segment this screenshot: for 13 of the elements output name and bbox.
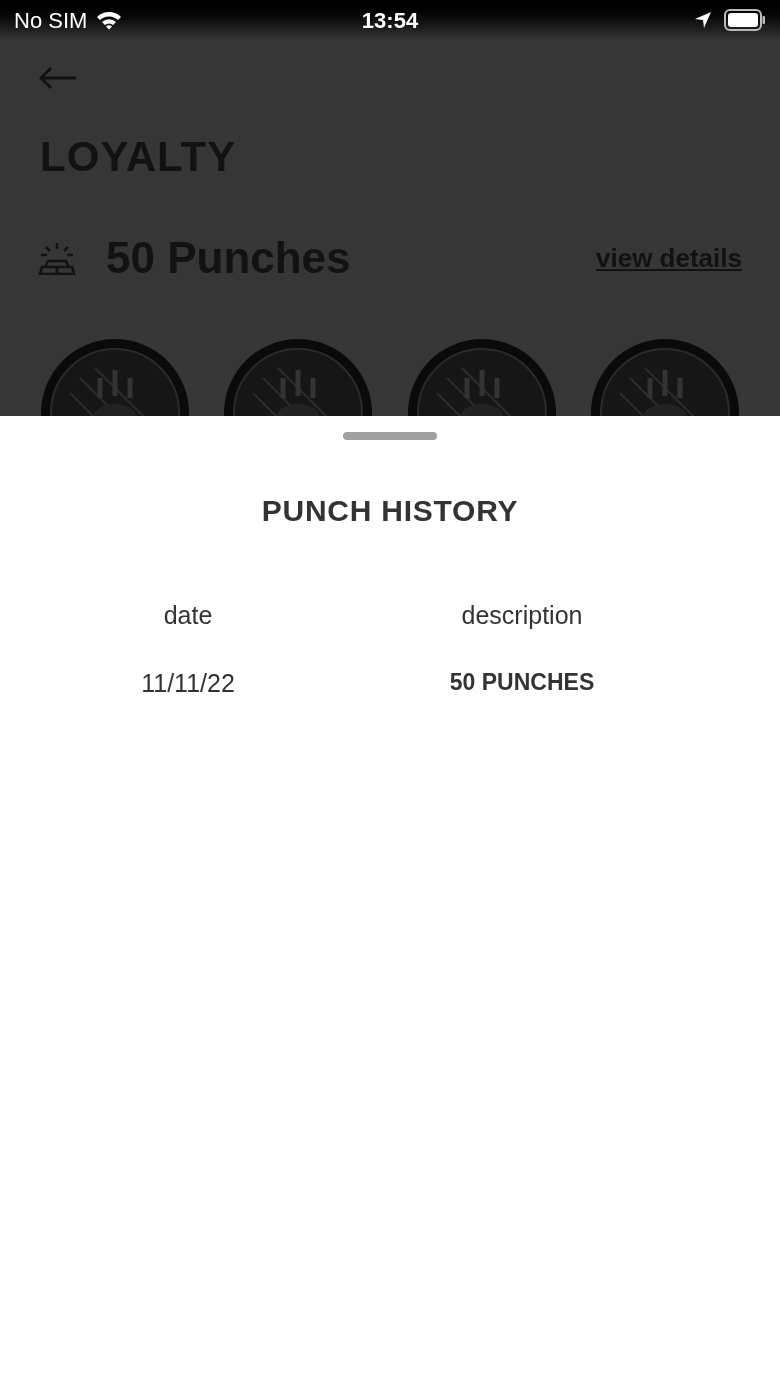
drag-handle[interactable] [343, 432, 437, 440]
description-cell-text: 50 PUNCHES [449, 667, 595, 697]
carrier-label: No SIM [14, 6, 88, 35]
location-arrow-icon [694, 11, 712, 29]
date-cell-text: 11/11/22 [141, 667, 235, 699]
column-header: date [163, 600, 213, 631]
battery-icon [724, 9, 766, 31]
bars-icon [38, 241, 76, 275]
column-header: description [461, 600, 583, 631]
wifi-icon [95, 10, 124, 30]
back-arrow-icon[interactable] [38, 66, 78, 90]
sheet-title: PUNCH HISTORY [261, 493, 519, 529]
clock-time: 13:54 [361, 6, 419, 35]
